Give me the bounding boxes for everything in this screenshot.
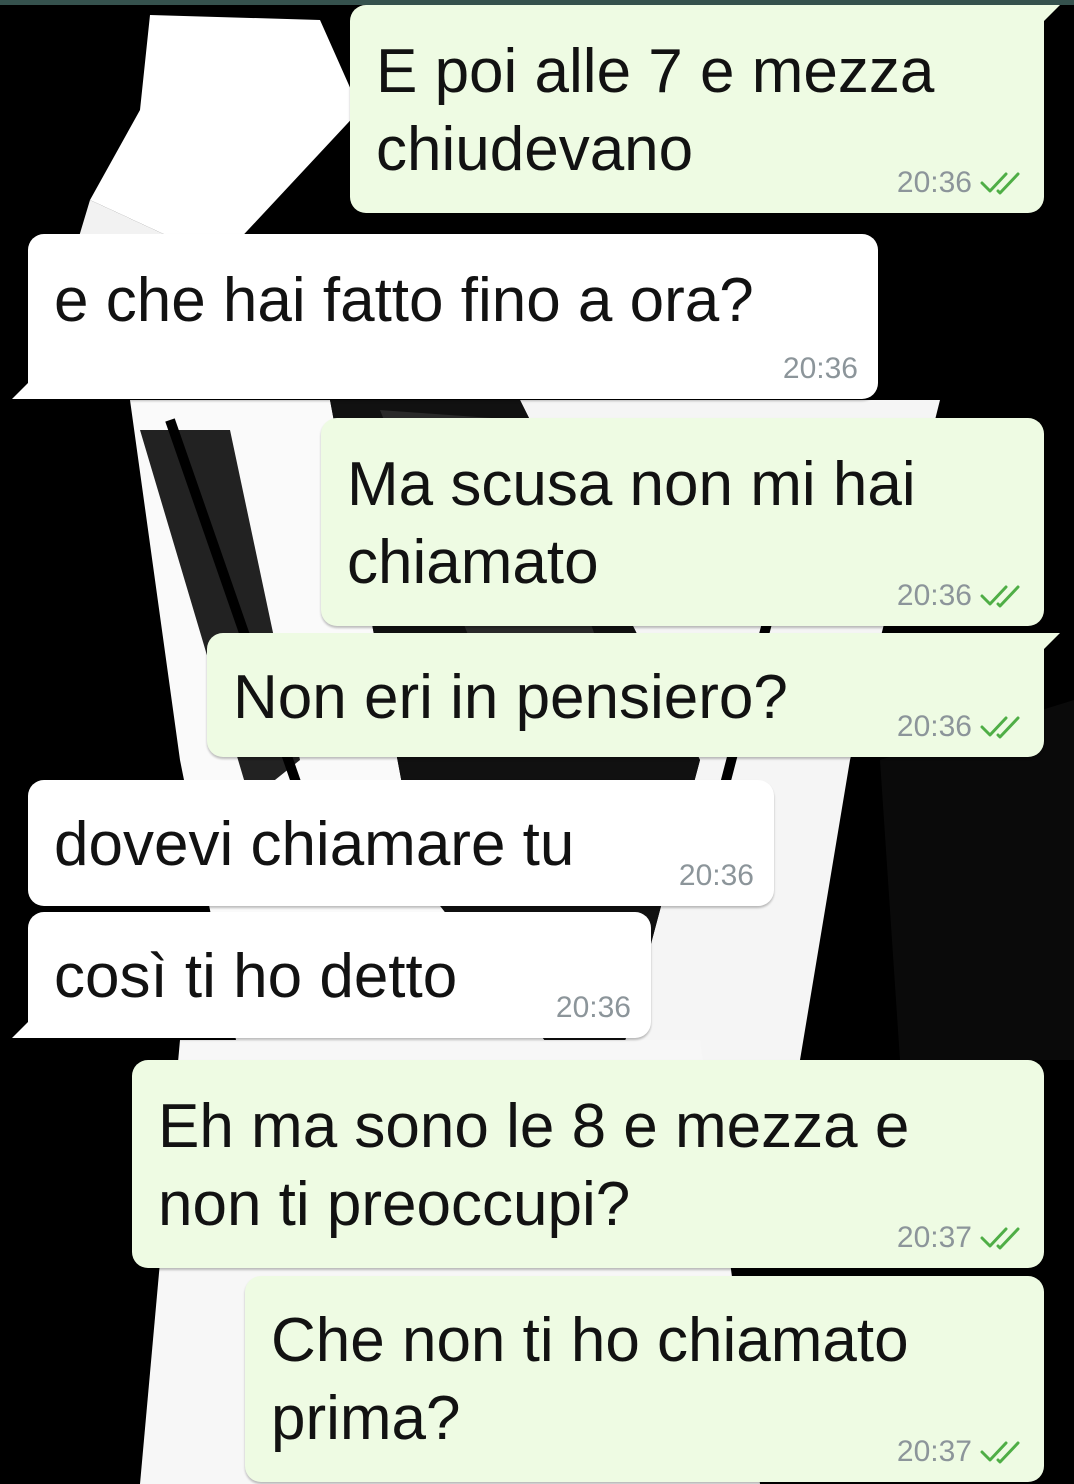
message-time: 20:36 <box>896 166 972 199</box>
message-time: 20:36 <box>678 859 754 892</box>
message-bubble-incoming[interactable]: così ti ho detto 20:36 <box>12 912 651 1038</box>
bubble-tail <box>12 1012 38 1038</box>
message-text: dovevi chiamare tu <box>54 810 575 879</box>
message-bubble-outgoing[interactable]: Che non ti ho chiamato prima? 20:37 <box>245 1276 1044 1482</box>
message-time: 20:37 <box>896 1435 972 1468</box>
message-time: 20:37 <box>896 1221 972 1254</box>
message-time: 20:36 <box>896 710 972 743</box>
message-text: Eh ma sono le 8 e mezza e non ti preoccu… <box>158 1092 910 1239</box>
message-text: e che hai fatto fino a ora? <box>54 266 754 335</box>
message-bubble-outgoing[interactable]: Ma scusa non mi hai chiamato 20:36 <box>321 418 1044 626</box>
double-check-icon <box>980 585 1020 608</box>
message-bubble-outgoing[interactable]: Eh ma sono le 8 e mezza e non ti preoccu… <box>132 1060 1044 1268</box>
message-time: 20:36 <box>896 579 972 612</box>
double-check-icon <box>980 1227 1020 1250</box>
message-text: così ti ho detto <box>54 942 458 1011</box>
message-time: 20:36 <box>555 991 631 1024</box>
double-check-icon <box>980 1441 1020 1464</box>
message-bubble-outgoing[interactable]: E poi alle 7 e mezza chiudevano 20:36 <box>350 5 1060 213</box>
message-bubble-incoming[interactable]: dovevi chiamare tu 20:36 <box>28 780 774 906</box>
bubble-tail <box>12 373 38 399</box>
bubble-tail <box>1034 5 1060 31</box>
double-check-icon <box>980 716 1020 739</box>
double-check-icon <box>980 172 1020 195</box>
message-bubble-outgoing[interactable]: Non eri in pensiero? 20:36 <box>207 633 1060 757</box>
bubble-tail <box>1034 633 1060 659</box>
message-bubble-incoming[interactable]: e che hai fatto fino a ora? 20:36 <box>12 234 878 399</box>
message-time: 20:36 <box>782 352 858 385</box>
